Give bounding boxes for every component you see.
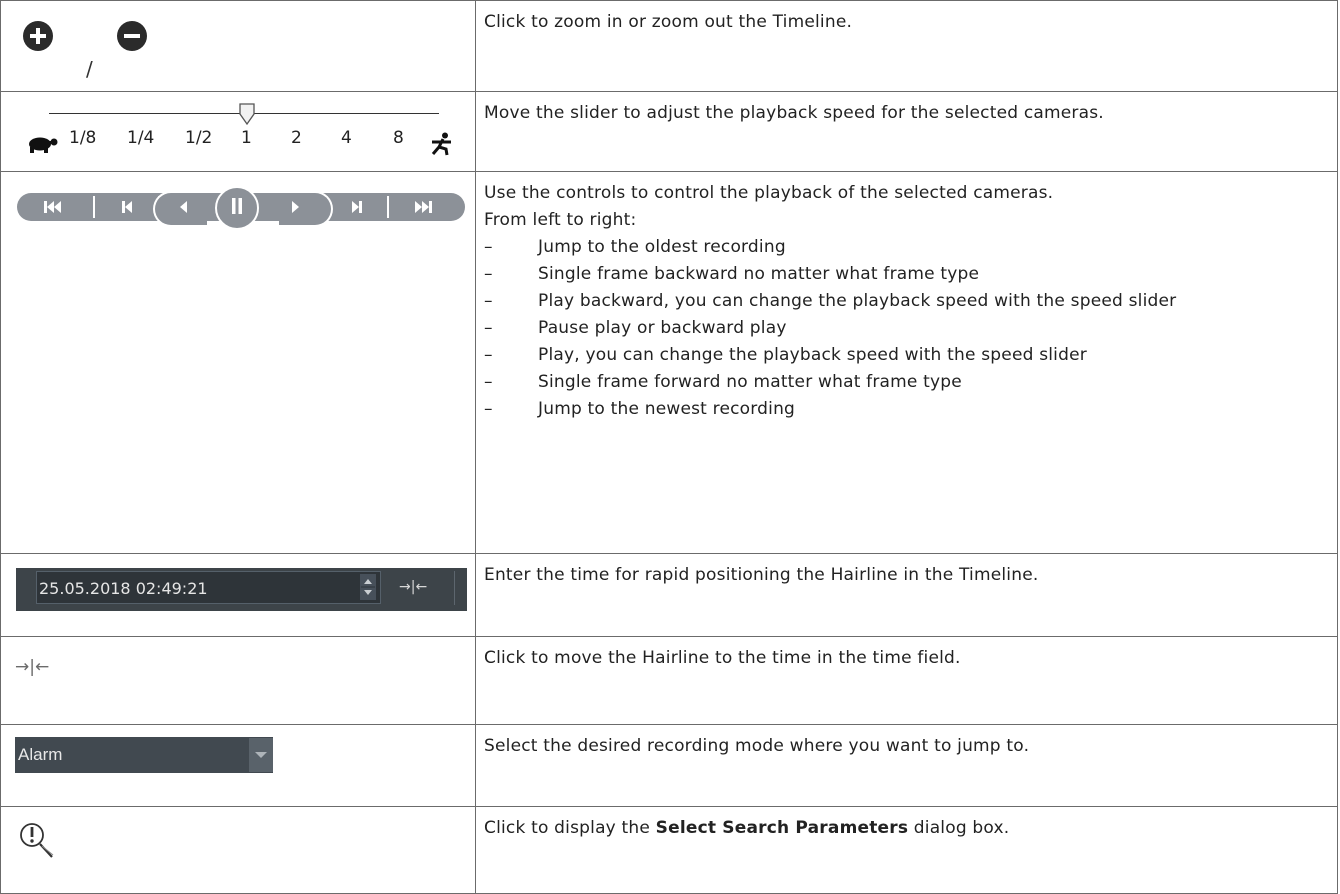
description-line: From left to right: [484, 210, 637, 230]
description-line: Use the controls to control the playback… [484, 183, 1054, 203]
turtle-icon [29, 137, 58, 153]
table-row-zoom: / Click to zoom in or zoom out the Timel… [0, 0, 1338, 91]
description-text: Click to move the Hairline to the time i… [484, 648, 961, 668]
speed-label-2: 2 [291, 128, 302, 148]
list-item: – Single frame backward no matter what fr… [484, 264, 980, 284]
search-parameters-icon[interactable] [18, 821, 56, 861]
table-row-dropdown: Alarm Select the desired recording mode … [0, 724, 1338, 806]
slider-thumb[interactable] [237, 102, 257, 126]
description-text: Click to zoom in or zoom out the Timelin… [484, 12, 853, 32]
description-cell: Move the slider to adjust the playback s… [484, 100, 1329, 127]
zoom-in-icon[interactable] [23, 21, 53, 51]
icon-cell: Alarm [1, 725, 476, 806]
dialog-name: Select Search Parameters [655, 818, 909, 838]
list-item: – Jump to the newest recording [484, 399, 796, 419]
speed-label-4: 4 [341, 128, 352, 148]
speed-label-1-4: 1/4 [127, 128, 155, 148]
table-row-time-field: 25.05.2018 02:49:21 →|← Enter the time f… [0, 553, 1338, 636]
icon-cell: 25.05.2018 02:49:21 →|← [1, 554, 476, 636]
description-cell: Click to zoom in or zoom out the Timelin… [484, 9, 1329, 36]
icon-cell: →|← [1, 637, 476, 724]
description-text: Select the desired recording mode where … [484, 736, 1030, 756]
table-row-hairline: →|← Click to move the Hairline to the ti… [0, 636, 1338, 724]
icon-cell [1, 172, 476, 553]
time-input[interactable]: 25.05.2018 02:49:21 [36, 571, 381, 604]
time-panel: 25.05.2018 02:49:21 →|← [16, 568, 467, 611]
speed-slider[interactable]: 1/8 1/4 1/2 1 2 4 8 [1, 92, 475, 172]
description-cell: Use the controls to control the playback… [484, 180, 1329, 423]
description-text: dialog box. [908, 818, 1010, 838]
list-item: – Single frame forward no matter what fra… [484, 372, 962, 392]
list-item: – Play, you can change the playback speed… [484, 345, 1087, 365]
description-text: Move the slider to adjust the playback s… [484, 103, 1104, 123]
play-icon[interactable] [271, 193, 321, 221]
playback-controls [17, 186, 465, 230]
icon-cell [1, 807, 476, 893]
skip-to-end-icon[interactable] [395, 193, 451, 221]
select-value: Alarm [18, 745, 63, 764]
list-item: – Play backward, you can change the playb… [484, 291, 1177, 311]
speed-label-1: 1 [241, 128, 252, 148]
table-row-playback: Use the controls to control the playback… [0, 171, 1338, 553]
spinner-icon[interactable] [360, 574, 376, 600]
description-cell: Click to display the Select Search Param… [484, 815, 1329, 842]
separator: / [86, 57, 93, 81]
go-to-hairline-icon[interactable]: →|← [399, 579, 427, 595]
icon-cell: 1/8 1/4 1/2 1 2 4 8 [1, 92, 476, 171]
speed-label-1-2: 1/2 [185, 128, 213, 148]
icon-cell: / [1, 1, 476, 91]
description-text: Click to display the [484, 818, 656, 838]
list-item: – Jump to the oldest recording [484, 237, 786, 257]
step-forward-icon[interactable] [331, 193, 383, 221]
speed-label-1-8: 1/8 [69, 128, 97, 148]
recording-mode-select[interactable]: Alarm [15, 737, 273, 773]
zoom-out-icon[interactable] [117, 21, 147, 51]
table-row-speed: 1/8 1/4 1/2 1 2 4 8 Move the slider to a… [0, 91, 1338, 171]
play-backward-icon[interactable] [161, 193, 205, 221]
description-cell: Click to move the Hairline to the time i… [484, 645, 1329, 672]
list-item: – Pause play or backward play [484, 318, 787, 338]
chevron-down-icon[interactable] [249, 738, 273, 772]
go-to-hairline-icon[interactable]: →|← [15, 657, 49, 677]
speed-label-8: 8 [393, 128, 404, 148]
description-text: Enter the time for rapid positioning the… [484, 565, 1039, 585]
runner-icon [431, 132, 451, 156]
skip-to-start-icon[interactable] [27, 193, 79, 221]
step-back-icon[interactable] [101, 193, 153, 221]
description-cell: Enter the time for rapid positioning the… [484, 562, 1329, 589]
table-row-search: Click to display the Select Search Param… [0, 806, 1338, 894]
description-cell: Select the desired recording mode where … [484, 733, 1329, 760]
